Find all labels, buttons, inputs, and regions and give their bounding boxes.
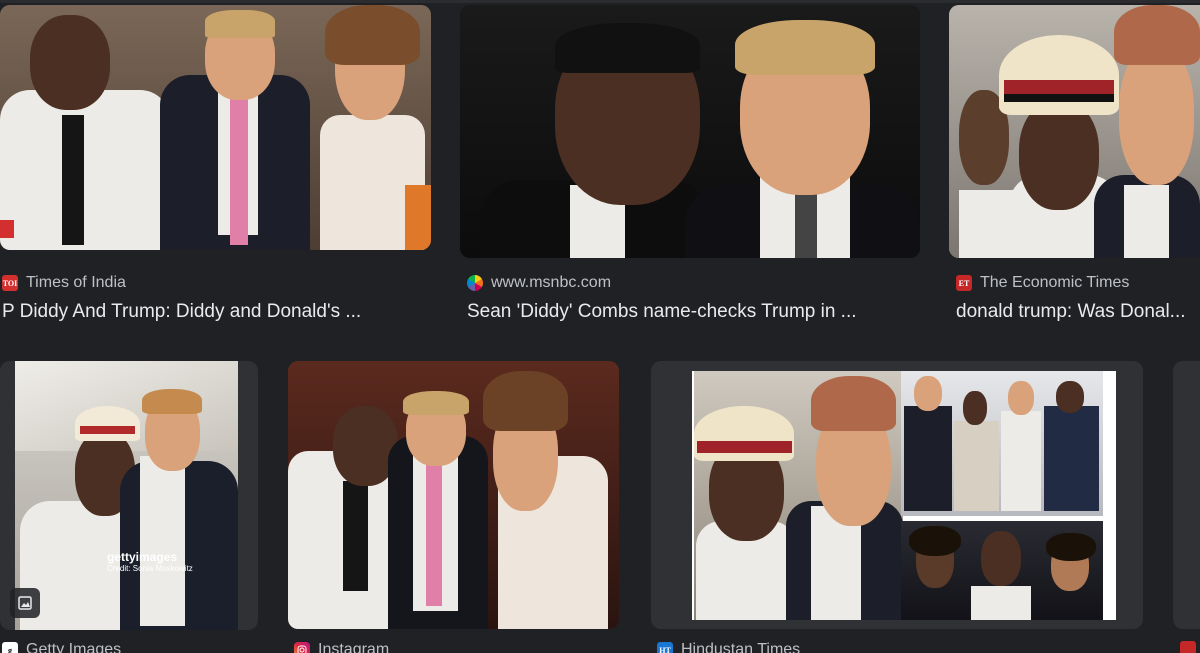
result-source[interactable] — [1180, 641, 1196, 653]
instagram-icon — [294, 642, 310, 653]
getty-watermark: gettyimages Credit: Sonia Moskowitz — [107, 550, 193, 573]
result-title[interactable]: P Diddy And Trump: Diddy and Donald's ..… — [2, 301, 430, 323]
result-source[interactable]: ET The Economic Times — [956, 274, 1129, 292]
result-thumbnail[interactable] — [651, 361, 1143, 629]
result-title[interactable]: donald trump: Was Donal... — [956, 301, 1200, 323]
result-source[interactable]: www.msnbc.com — [467, 274, 611, 292]
image-icon[interactable] — [10, 588, 40, 618]
result-thumbnail[interactable] — [1173, 361, 1200, 629]
source-name: Getty Images — [26, 641, 122, 653]
source-name: The Economic Times — [980, 274, 1130, 291]
nbc-peacock-icon — [467, 275, 483, 291]
top-divider — [0, 0, 1200, 3]
ht-favicon-icon: HT — [657, 642, 673, 653]
result-thumbnail[interactable] — [0, 5, 431, 250]
result-thumbnail[interactable] — [288, 361, 619, 629]
result-thumbnail[interactable] — [460, 5, 920, 258]
source-name: Instagram — [318, 641, 390, 653]
source-name: Hindustan Times — [681, 641, 801, 653]
result-thumbnail[interactable] — [949, 5, 1200, 258]
result-source[interactable]: Instagram — [294, 641, 389, 653]
source-name: www.msnbc.com — [491, 274, 612, 291]
result-source[interactable]: g Getty Images — [2, 641, 121, 653]
result-source[interactable]: TOI Times of India — [2, 274, 126, 292]
source-name: Times of India — [26, 274, 126, 291]
toi-favicon-icon: TOI — [2, 275, 18, 291]
partial-favicon-icon — [1180, 641, 1196, 653]
et-favicon-icon: ET — [956, 275, 972, 291]
result-thumbnail[interactable]: gettyimages Credit: Sonia Moskowitz — [0, 361, 258, 630]
getty-favicon-icon: g — [2, 642, 18, 653]
result-source[interactable]: HT Hindustan Times — [657, 641, 800, 653]
result-title[interactable]: Sean 'Diddy' Combs name-checks Trump in … — [467, 301, 927, 323]
